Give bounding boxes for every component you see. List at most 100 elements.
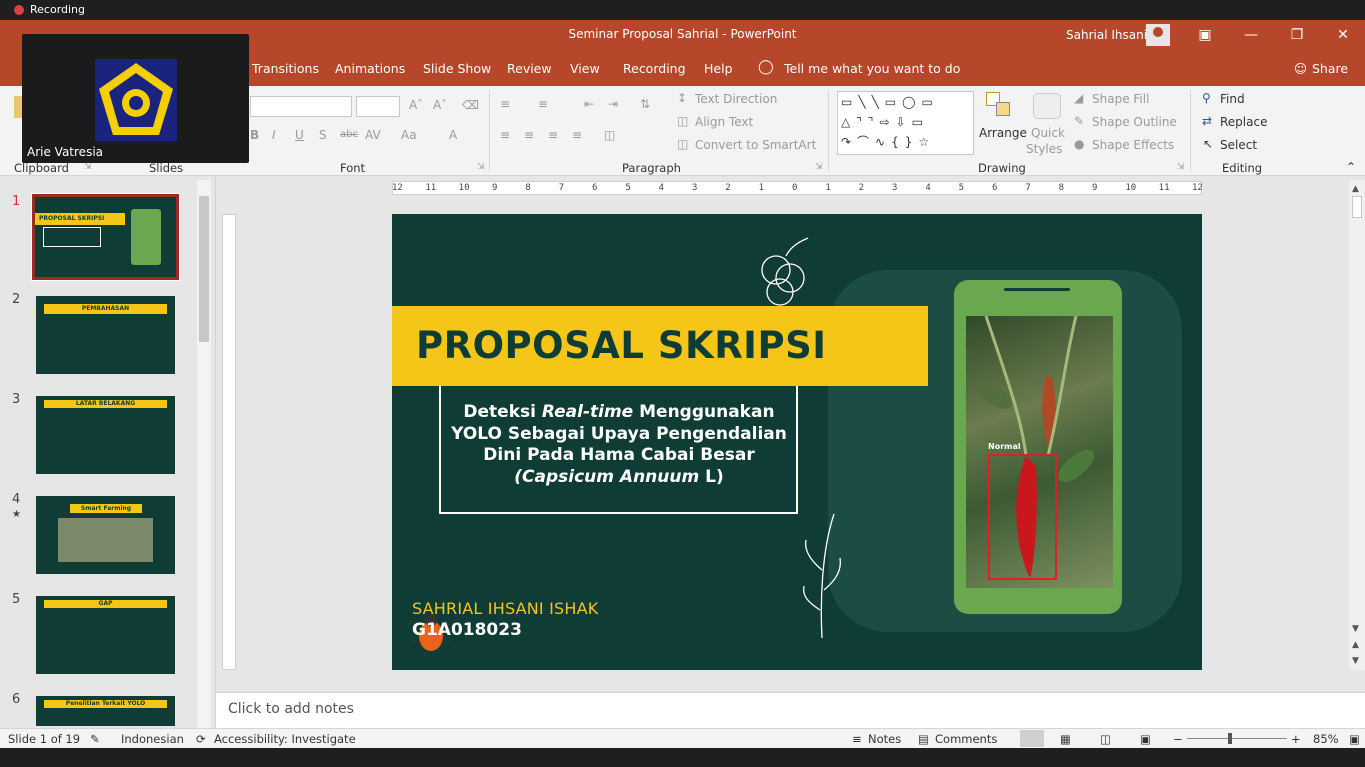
main-scrollbar[interactable]: ▲ ▼ ▲ ▼	[1349, 180, 1365, 670]
columns-icon[interactable]: ◫	[604, 128, 615, 142]
slide-show-icon[interactable]: ▣	[1140, 732, 1151, 746]
clear-formatting-icon[interactable]: ⌫	[462, 98, 479, 112]
scroll-up-icon[interactable]: ▲	[1352, 184, 1359, 194]
fit-to-window-icon[interactable]: ▣	[1349, 732, 1360, 746]
zoom-slider[interactable]	[1187, 738, 1287, 739]
increase-font-icon[interactable]: Aˆ	[409, 98, 423, 112]
comments-icon[interactable]: ▤	[918, 732, 929, 746]
shape-outline-button[interactable]: Shape Outline	[1092, 115, 1177, 129]
tab-help[interactable]: Help	[704, 61, 733, 76]
find-icon[interactable]: ⚲	[1202, 91, 1211, 105]
replace-icon[interactable]: ⇄	[1202, 114, 1212, 128]
align-text-button[interactable]: Align Text	[695, 115, 753, 129]
previous-slide-icon[interactable]: ▲	[1352, 640, 1359, 650]
avatar[interactable]	[1146, 24, 1170, 46]
text-direction-icon[interactable]: ↕	[677, 91, 687, 105]
notes-button[interactable]: Notes	[868, 732, 901, 746]
slide-thumbnail[interactable]: PROPOSAL SKRIPSI	[31, 193, 180, 281]
close-icon[interactable]: ✕	[1320, 20, 1365, 50]
slide-thumbnail[interactable]: Smart Farming	[36, 496, 175, 574]
align-center-icon[interactable]: ≡	[524, 128, 534, 142]
normal-view-icon[interactable]	[1020, 730, 1044, 747]
line-spacing-icon[interactable]: ⇅	[640, 97, 650, 111]
decrease-font-icon[interactable]: Aˇ	[433, 98, 447, 112]
paragraph-launcher-icon[interactable]: ⇲	[815, 162, 823, 172]
scrollbar-thumb[interactable]	[1352, 196, 1362, 218]
share-button[interactable]: Share	[1312, 61, 1348, 76]
slide-sorter-icon[interactable]: ▦	[1060, 732, 1071, 746]
notes-pane[interactable]: Click to add notes	[216, 692, 1365, 728]
paint-bucket-icon[interactable]: ◢	[1074, 91, 1083, 105]
pen-icon[interactable]: ✎	[1074, 114, 1084, 128]
zoom-out-icon[interactable]: −	[1173, 732, 1183, 746]
align-text-icon[interactable]: ◫	[677, 114, 688, 128]
student-id[interactable]: G1A018023	[412, 620, 522, 640]
decrease-indent-icon[interactable]: ⇤	[584, 97, 594, 111]
font-size-dropdown[interactable]	[356, 96, 400, 117]
underline-icon[interactable]: U	[295, 128, 304, 142]
restore-icon[interactable]: ❐	[1274, 20, 1320, 50]
notes-placeholder[interactable]: Click to add notes	[228, 701, 354, 717]
bullets-icon[interactable]: ≡	[500, 97, 510, 111]
zoom-in-icon[interactable]: +	[1291, 732, 1301, 746]
increase-indent-icon[interactable]: ⇥	[608, 97, 618, 111]
author-name[interactable]: SAHRIAL IHSANI ISHAK	[412, 599, 598, 618]
text-direction-button[interactable]: Text Direction	[695, 92, 777, 106]
smartart-icon[interactable]: ◫	[677, 137, 688, 151]
change-case-icon[interactable]: Aa	[401, 128, 417, 142]
tab-recording[interactable]: Recording	[623, 61, 686, 76]
arrange-icon[interactable]	[986, 92, 1014, 118]
italic-icon[interactable]: I	[272, 128, 276, 142]
slide-canvas[interactable]: Normal PROPOSAL SKRIPSI Deteksi Real-tim…	[392, 214, 1202, 670]
slide-thumbnail[interactable]: Penelitian Terkait YOLO	[36, 696, 175, 726]
comments-button[interactable]: Comments	[935, 732, 997, 746]
select-button[interactable]: Select	[1220, 138, 1257, 152]
notes-icon[interactable]: ≡	[852, 732, 862, 746]
shape-effects-icon[interactable]: ●	[1074, 137, 1084, 151]
find-button[interactable]: Find	[1220, 92, 1245, 106]
accessibility-status[interactable]: Accessibility: Investigate	[214, 732, 356, 746]
slide-title[interactable]: PROPOSAL SKRIPSI	[416, 324, 826, 367]
scroll-down-icon[interactable]: ▼	[1352, 624, 1359, 634]
chili-detection-image[interactable]: Normal	[966, 316, 1113, 588]
slide-subtitle[interactable]: Deteksi Real-time Menggunakan YOLO Sebag…	[442, 402, 796, 488]
recording-indicator[interactable]: Recording	[14, 3, 85, 16]
user-name[interactable]: Sahrial Ihsani	[1066, 28, 1147, 42]
video-call-overlay[interactable]: Arie Vatresia	[22, 34, 249, 163]
strikethrough-icon[interactable]: abc	[340, 129, 358, 140]
shadow-icon[interactable]: S	[319, 128, 327, 142]
reading-view-icon[interactable]: ◫	[1100, 732, 1111, 746]
spellcheck-icon[interactable]: ✎	[90, 732, 100, 746]
slide-thumbnail[interactable]: PEMBAHASAN	[36, 296, 175, 374]
quick-styles-icon[interactable]	[1033, 93, 1061, 119]
accessibility-icon[interactable]: ⟳	[196, 732, 206, 746]
scrollbar-thumb[interactable]	[199, 196, 209, 342]
align-right-icon[interactable]: ≡	[548, 128, 558, 142]
arrange-button[interactable]: Arrange	[979, 126, 1027, 140]
zoom-level[interactable]: 85%	[1313, 732, 1339, 746]
numbering-icon[interactable]: ≡	[538, 97, 548, 111]
convert-smartart-button[interactable]: Convert to SmartArt	[695, 138, 816, 152]
language-indicator[interactable]: Indonesian	[121, 732, 184, 746]
shape-effects-button[interactable]: Shape Effects	[1092, 138, 1174, 152]
shapes-gallery[interactable]: ▭╲╲▭◯▭ △⌝⌝⇨⇩▭ ↷⌒∿{}☆	[837, 91, 974, 155]
font-color-icon[interactable]: A	[449, 128, 457, 142]
tab-review[interactable]: Review	[507, 61, 552, 76]
zoom-slider-handle[interactable]	[1228, 733, 1232, 744]
tab-view[interactable]: View	[570, 61, 600, 76]
quick-styles-label-line1[interactable]: Quick	[1031, 126, 1065, 140]
slide-thumbnail[interactable]: GAP	[36, 596, 175, 674]
slide-thumbnail[interactable]: LATAR BELAKANG	[36, 396, 175, 474]
tab-slide-show[interactable]: Slide Show	[423, 61, 491, 76]
drawing-launcher-icon[interactable]: ⇲	[1177, 162, 1185, 172]
font-name-dropdown[interactable]	[250, 96, 352, 117]
align-left-icon[interactable]: ≡	[500, 128, 510, 142]
tell-me-search[interactable]: Tell me what you want to do	[784, 61, 960, 76]
quick-styles-label-line2[interactable]: Styles	[1026, 142, 1062, 156]
character-spacing-icon[interactable]: AV	[365, 128, 381, 142]
clipboard-launcher-icon[interactable]: ⇲	[84, 162, 92, 172]
justify-icon[interactable]: ≡	[572, 128, 582, 142]
bold-icon[interactable]: B	[250, 128, 259, 142]
tab-animations[interactable]: Animations	[335, 61, 405, 76]
collapse-ribbon-icon[interactable]: ⌃	[1346, 160, 1356, 174]
